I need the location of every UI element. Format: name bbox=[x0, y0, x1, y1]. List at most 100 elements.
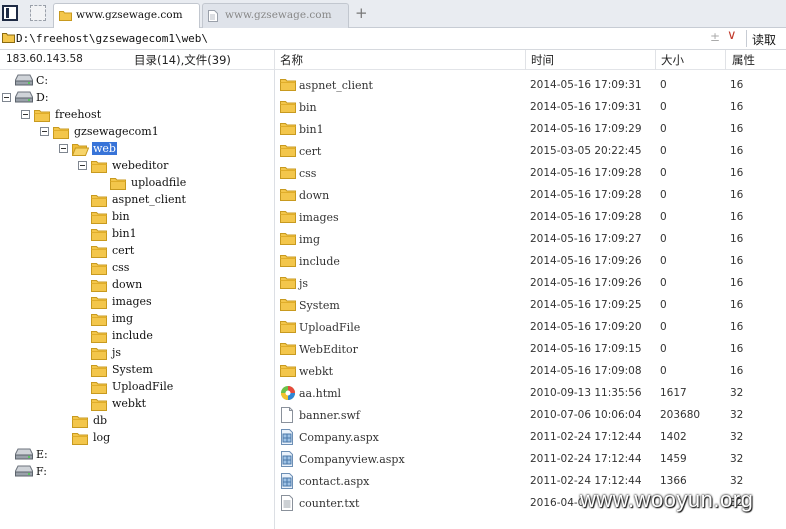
column-header-size[interactable]: 大小 bbox=[661, 52, 684, 68]
folder-icon bbox=[280, 297, 296, 314]
directory-tree: C: D: freehost gzsewagecom1 web webeditor uplo… bbox=[0, 70, 274, 529]
file-row[interactable]: webkt 2014-05-16 17:09:08 0 16 bbox=[275, 360, 786, 382]
column-header-attr[interactable]: 属性 bbox=[732, 52, 755, 68]
tree-node-label: js bbox=[112, 346, 122, 359]
tree-node-db[interactable]: db bbox=[0, 413, 274, 430]
sidebar-toggle-button[interactable] bbox=[2, 5, 18, 21]
folder-icon bbox=[91, 227, 107, 244]
collapse-icon[interactable] bbox=[78, 161, 87, 170]
file-row[interactable]: aspnet_client 2014-05-16 17:09:31 0 16 bbox=[275, 74, 786, 96]
tree-node-bin1[interactable]: bin1 bbox=[0, 226, 274, 243]
file-row[interactable]: cert 2015-03-05 20:22:45 0 16 bbox=[275, 140, 786, 162]
tree-node-web[interactable]: web bbox=[0, 141, 274, 158]
collapse-icon[interactable] bbox=[40, 127, 49, 136]
chevron-down-icon[interactable]: ∨ bbox=[727, 28, 737, 43]
file-name: include bbox=[299, 255, 340, 268]
tree-node-label: include bbox=[112, 329, 153, 342]
file-attr: 16 bbox=[730, 255, 744, 267]
file-time: 2010-07-06 10:06:04 bbox=[530, 409, 642, 421]
tree-node-include[interactable]: include bbox=[0, 328, 274, 345]
file-time: 2014-05-16 17:09:28 bbox=[530, 211, 642, 223]
file-attr: 16 bbox=[730, 123, 744, 135]
tree-node-label: C: bbox=[36, 74, 49, 87]
file-row[interactable]: System 2014-05-16 17:09:25 0 16 bbox=[275, 294, 786, 316]
file-time: 2014-05-16 17:09:20 bbox=[530, 321, 642, 333]
file-row[interactable]: Company.aspx 2011-02-24 17:12:44 1402 32 bbox=[275, 426, 786, 448]
folder-icon bbox=[280, 363, 296, 380]
tab-bar: www.gzsewage.com www.gzsewage.com + bbox=[0, 0, 786, 29]
new-window-button[interactable] bbox=[30, 5, 46, 21]
tree-node-system[interactable]: System bbox=[0, 362, 274, 379]
file-row[interactable]: bin 2014-05-16 17:09:31 0 16 bbox=[275, 96, 786, 118]
aspx-file-icon bbox=[280, 429, 294, 448]
file-row[interactable]: WebEditor 2014-05-16 17:09:15 0 16 bbox=[275, 338, 786, 360]
folder-icon bbox=[280, 341, 296, 358]
file-row[interactable]: aa.html 2010-09-13 11:35:56 1617 32 bbox=[275, 382, 786, 404]
collapse-icon[interactable] bbox=[2, 93, 11, 102]
tree-node-img[interactable]: img bbox=[0, 311, 274, 328]
new-tab-button[interactable]: + bbox=[355, 4, 368, 22]
divider bbox=[655, 50, 656, 70]
file-name: Companyview.aspx bbox=[299, 453, 405, 466]
tree-node-webeditor[interactable]: webeditor bbox=[0, 158, 274, 175]
file-attr: 16 bbox=[730, 79, 744, 91]
file-row[interactable]: images 2014-05-16 17:09:28 0 16 bbox=[275, 206, 786, 228]
file-attr: 16 bbox=[730, 343, 744, 355]
tree-node-cert[interactable]: cert bbox=[0, 243, 274, 260]
tree-node-gzsewagecom1[interactable]: gzsewagecom1 bbox=[0, 124, 274, 141]
folder-icon bbox=[91, 278, 107, 295]
file-name: WebEditor bbox=[299, 343, 358, 356]
file-time: 2014-05-16 17:09:15 bbox=[530, 343, 642, 355]
address-input[interactable]: D:\freehost\gzsewagecom1\web\ bbox=[16, 32, 208, 45]
file-row[interactable]: include 2014-05-16 17:09:26 0 16 bbox=[275, 250, 786, 272]
tree-node-css[interactable]: css bbox=[0, 260, 274, 277]
collapse-icon[interactable] bbox=[59, 144, 68, 153]
folder-icon bbox=[53, 125, 69, 142]
tree-node-aspnet-client[interactable]: aspnet_client bbox=[0, 192, 274, 209]
file-row[interactable]: bin1 2014-05-16 17:09:29 0 16 bbox=[275, 118, 786, 140]
tree-node-freehost[interactable]: freehost bbox=[0, 107, 274, 124]
tree-node-js[interactable]: js bbox=[0, 345, 274, 362]
file-row[interactable]: css 2014-05-16 17:09:28 0 16 bbox=[275, 162, 786, 184]
file-attr: 32 bbox=[730, 409, 744, 421]
file-row[interactable]: banner.swf 2010-07-06 10:06:04 203680 32 bbox=[275, 404, 786, 426]
tree-node-f[interactable]: F: bbox=[0, 464, 274, 481]
tree-node-webkt[interactable]: webkt bbox=[0, 396, 274, 413]
folder-icon bbox=[280, 253, 296, 270]
file-time: 2010-09-13 11:35:56 bbox=[530, 387, 642, 399]
tree-node-label: gzsewagecom1 bbox=[74, 125, 159, 138]
tree-node-label: uploadfile bbox=[131, 176, 187, 189]
tab-inactive[interactable]: www.gzsewage.com bbox=[202, 3, 349, 28]
tab-active[interactable]: www.gzsewage.com bbox=[53, 3, 200, 29]
pin-icon[interactable]: ± bbox=[710, 30, 720, 44]
column-header-time[interactable]: 时间 bbox=[531, 52, 554, 68]
collapse-icon[interactable] bbox=[21, 110, 30, 119]
tree-node-e[interactable]: E: bbox=[0, 447, 274, 464]
tree-node-down[interactable]: down bbox=[0, 277, 274, 294]
file-row[interactable]: down 2014-05-16 17:09:28 0 16 bbox=[275, 184, 786, 206]
tree-node-c[interactable]: C: bbox=[0, 73, 274, 90]
file-row[interactable]: UploadFile 2014-05-16 17:09:20 0 16 bbox=[275, 316, 786, 338]
file-size: 0 bbox=[660, 145, 667, 157]
file-row[interactable]: js 2014-05-16 17:09:26 0 16 bbox=[275, 272, 786, 294]
file-row[interactable]: Companyview.aspx 2011-02-24 17:12:44 1459 3… bbox=[275, 448, 786, 470]
file-row[interactable]: img 2014-05-16 17:09:27 0 16 bbox=[275, 228, 786, 250]
file-name: banner.swf bbox=[299, 409, 360, 422]
folder-icon bbox=[91, 363, 107, 380]
tree-node-label: webeditor bbox=[112, 159, 169, 172]
tree-node-bin[interactable]: bin bbox=[0, 209, 274, 226]
tree-node-d[interactable]: D: bbox=[0, 90, 274, 107]
read-button[interactable]: 读取 bbox=[752, 30, 786, 48]
folder-icon bbox=[91, 261, 107, 278]
tree-node-label: img bbox=[112, 312, 133, 325]
tree-node-uploadfile[interactable]: uploadfile bbox=[0, 175, 274, 192]
column-header-name[interactable]: 名称 bbox=[280, 52, 303, 68]
tree-node-images[interactable]: images bbox=[0, 294, 274, 311]
file-name: cert bbox=[299, 145, 322, 158]
tree-node-log[interactable]: log bbox=[0, 430, 274, 447]
tree-node-label: bin1 bbox=[112, 227, 137, 240]
file-attr: 16 bbox=[730, 233, 744, 245]
tree-node-uploadfile[interactable]: UploadFile bbox=[0, 379, 274, 396]
folder-open-icon bbox=[71, 142, 90, 159]
tree-node-label: webkt bbox=[112, 397, 147, 410]
